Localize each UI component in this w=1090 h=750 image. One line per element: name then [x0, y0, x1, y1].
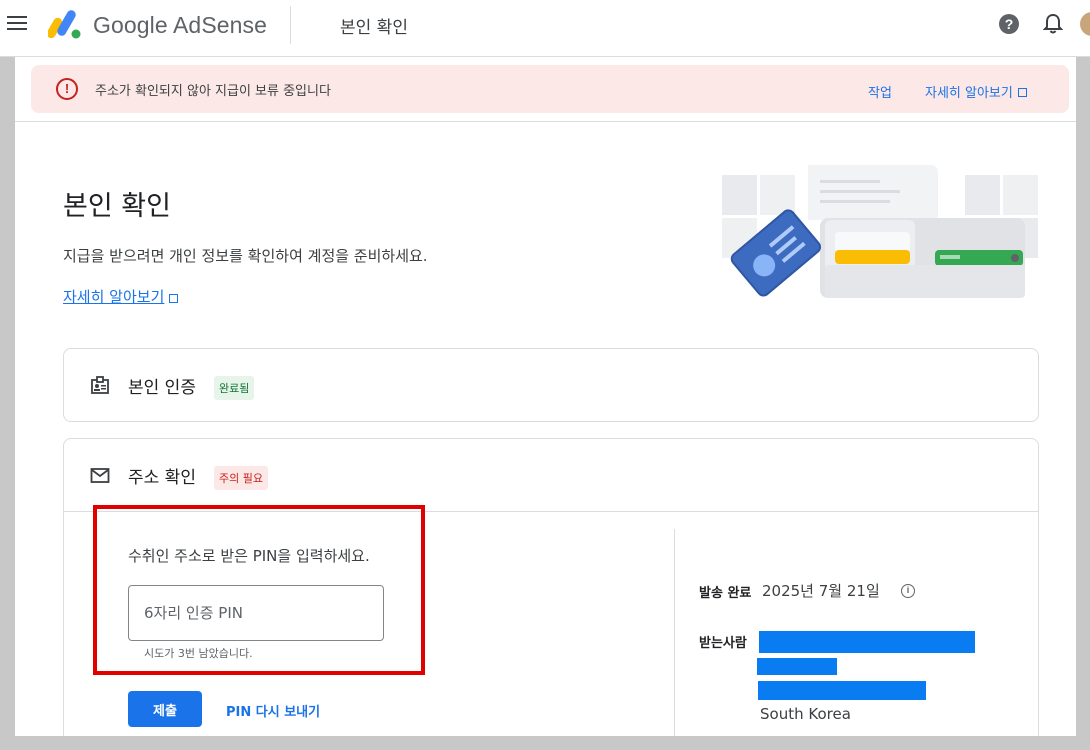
sent-date: 2025년 7월 21일 — [762, 582, 880, 600]
id-badge-icon — [91, 376, 109, 394]
app-window: Google AdSense 본인 확인 ? ! 주소가 확인되지 않아 지급이… — [0, 0, 1090, 750]
redacted-address-line — [757, 658, 837, 675]
avatar[interactable] — [1080, 12, 1090, 36]
status-badge: 주의 필요 — [214, 466, 268, 490]
help-icon[interactable]: ? — [999, 14, 1019, 34]
recipient-label: 받는사람 — [699, 636, 747, 651]
adsense-logo-icon — [48, 10, 81, 39]
identity-verification-card[interactable]: 본인 인증 완료됨 — [63, 348, 1039, 422]
redacted-address-line — [759, 631, 975, 653]
external-link-icon — [169, 294, 179, 303]
payment-hold-alert: ! 주소가 확인되지 않아 지급이 보류 중입니다 작업 자세히 알아보기 — [31, 65, 1069, 113]
mail-icon — [90, 468, 110, 483]
window-frame-left — [0, 0, 15, 750]
header-divider — [290, 6, 291, 44]
column-divider — [674, 529, 675, 750]
menu-icon[interactable] — [7, 16, 27, 32]
highlight-annotation — [93, 505, 425, 675]
alert-learn-more-label: 자세히 알아보기 — [925, 86, 1013, 101]
bell-icon[interactable] — [1043, 13, 1063, 35]
page-description: 지급을 받으려면 개인 정보를 확인하여 계정을 준비하세요. — [63, 247, 428, 265]
identity-card-title: 본인 인증 — [128, 378, 196, 398]
top-app-bar: Google AdSense 본인 확인 ? — [0, 0, 1090, 57]
error-icon: ! — [56, 78, 78, 100]
address-card-title: 주소 확인 — [128, 468, 196, 488]
alert-band: ! 주소가 확인되지 않아 지급이 보류 중입니다 작업 자세히 알아보기 — [0, 57, 1090, 122]
learn-more-link[interactable]: 자세히 알아보기 — [63, 286, 179, 307]
status-badge: 완료됨 — [214, 376, 255, 400]
verification-illustration — [722, 165, 1038, 298]
address-verification-card: 주소 확인 주의 필요 수취인 주소로 받은 PIN을 입력하세요. 시도가 3… — [63, 438, 1039, 750]
resend-pin-link[interactable]: PIN 다시 보내기 — [226, 701, 320, 720]
info-icon[interactable]: i — [901, 584, 915, 598]
learn-more-label: 자세히 알아보기 — [63, 288, 165, 306]
window-frame-right — [1076, 0, 1090, 750]
external-link-icon — [1017, 88, 1027, 97]
alert-learn-more-link[interactable]: 자세히 알아보기 — [925, 82, 1027, 101]
brand-name: Google AdSense — [93, 12, 268, 38]
submit-button[interactable]: 제출 — [128, 691, 202, 727]
sent-label: 발송 완료 — [699, 586, 752, 601]
alert-message: 주소가 확인되지 않아 지급이 보류 중입니다 — [95, 84, 331, 99]
header-title: 본인 확인 — [340, 18, 408, 38]
recipient-country: South Korea — [760, 705, 851, 723]
alert-action-link[interactable]: 작업 — [868, 82, 892, 101]
page-title: 본인 확인 — [63, 191, 171, 222]
redacted-address-line — [758, 681, 926, 700]
window-frame-bottom — [0, 736, 1090, 750]
